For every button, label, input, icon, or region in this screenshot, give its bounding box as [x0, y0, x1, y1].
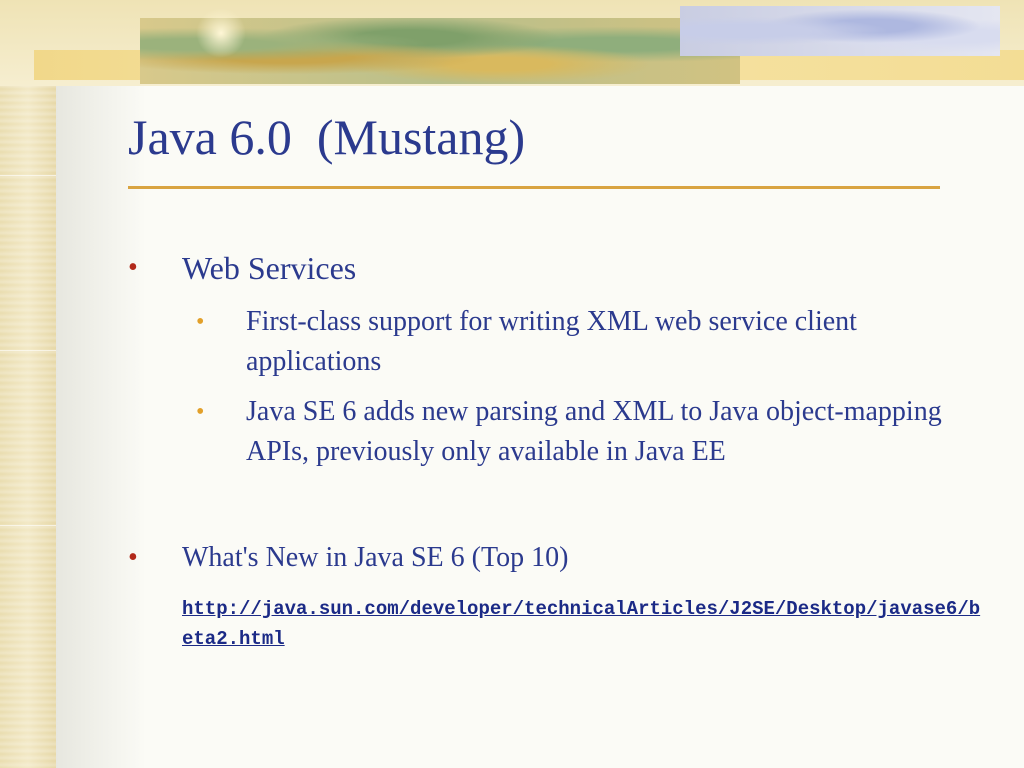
article-link[interactable]: http://java.sun.com/developer/technicalA…: [182, 594, 982, 654]
bullet-label: Web Services: [182, 250, 357, 286]
bullet-dot-icon: •: [128, 252, 138, 283]
sub-bullet-dot-icon: •: [196, 309, 205, 335]
strip-seam: [0, 525, 56, 526]
banner-star-glow: [196, 8, 246, 58]
sub-bullet-text: Java SE 6 adds new parsing and XML to Ja…: [246, 396, 942, 467]
title-underline: [128, 186, 940, 189]
slide-title: Java 6.0 (Mustang): [128, 109, 526, 165]
strip-seam: [0, 350, 56, 351]
bullet-label: What's New in Java SE 6 (Top 10): [182, 542, 569, 573]
bullet-dot-icon: •: [128, 542, 138, 573]
strip-seam: [0, 175, 56, 176]
top-decorative-banner: [0, 0, 1024, 86]
sub-bullet-dot-icon: •: [196, 399, 205, 425]
sub-bullet-text: First-class support for writing XML web …: [246, 306, 857, 377]
left-decorative-strip: [0, 0, 56, 768]
banner-sky-collage: [680, 6, 1000, 56]
